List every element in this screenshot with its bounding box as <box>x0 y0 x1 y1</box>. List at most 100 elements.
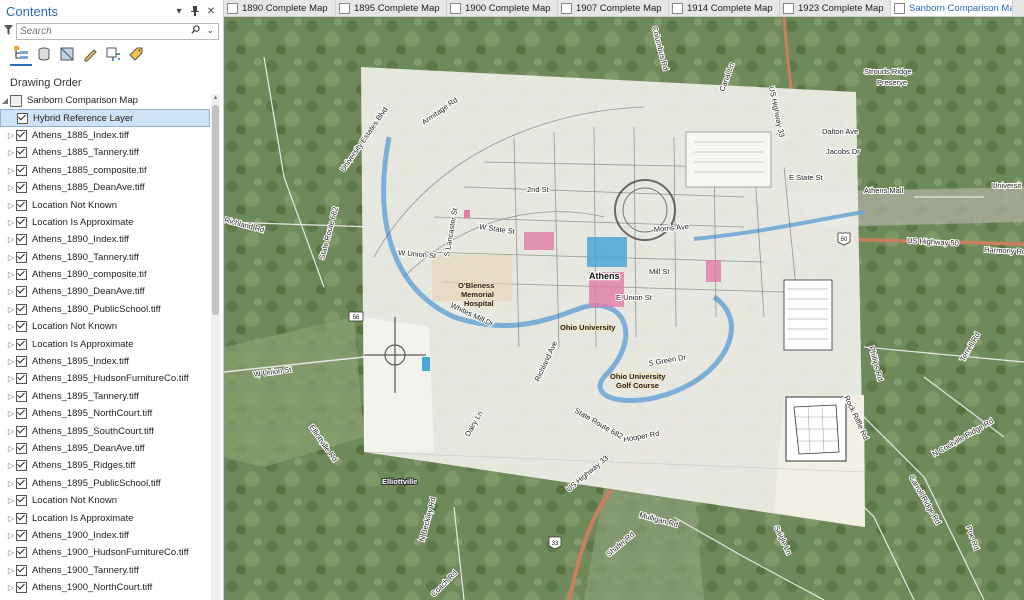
visibility-checkbox[interactable] <box>16 129 27 141</box>
tab-map[interactable]: 1900 Complete Map <box>447 0 558 16</box>
layer-row[interactable]: ▷ Athens_1895_NorthCourt.tiff <box>0 405 210 422</box>
layer-row[interactable]: ▷ Athens_1895_DeanAve.tiff <box>0 440 210 457</box>
layer-row[interactable]: ▷ Athens_1885_Tannery.tiff <box>0 144 210 161</box>
map-view[interactable]: 50 56 33 Athens Elliottville Strouds Rid… <box>224 17 1024 600</box>
expand-icon[interactable]: ▷ <box>6 305 16 314</box>
visibility-checkbox[interactable] <box>16 147 27 159</box>
expand-icon[interactable]: ▷ <box>6 461 16 470</box>
layer-row[interactable]: ▷ Athens_1885_DeanAve.tiff <box>0 179 210 196</box>
visibility-checkbox[interactable] <box>16 338 27 350</box>
expand-icon[interactable]: ▷ <box>6 235 16 244</box>
expand-icon[interactable]: ▷ <box>6 514 16 523</box>
layer-row[interactable]: ▷ Athens_1890_Index.tiff <box>0 231 210 248</box>
visibility-checkbox[interactable] <box>16 286 27 298</box>
layer-row[interactable]: ▷ Athens_1890_Tannery.tiff <box>0 249 210 266</box>
visibility-checkbox[interactable] <box>16 582 27 594</box>
layer-row[interactable]: ▷ Athens_1900_Index.tiff <box>0 527 210 544</box>
visibility-checkbox[interactable] <box>16 269 27 281</box>
layer-row[interactable]: ▷ Athens_1895_PublicSchool.tiff <box>0 475 210 492</box>
expand-icon[interactable]: ▷ <box>6 479 16 488</box>
layer-row[interactable]: ▷ Athens_1900_HudsonFurnitureCo.tiff <box>0 544 210 561</box>
scrollbar[interactable]: ▲ <box>211 95 220 600</box>
visibility-checkbox[interactable] <box>16 234 27 246</box>
visibility-checkbox[interactable] <box>16 547 27 559</box>
visibility-checkbox[interactable] <box>16 216 27 228</box>
expand-icon[interactable]: ▷ <box>6 374 16 383</box>
layer-row[interactable]: ▷ Location Is Approximate <box>0 214 210 231</box>
layer-row[interactable]: ▷ Athens_1895_Ridges.tiff <box>0 457 210 474</box>
layer-row[interactable]: ▷ Athens_1900_Tannery.tiff <box>0 562 210 579</box>
chevron-down-icon[interactable]: ▾ <box>173 4 185 18</box>
layer-row[interactable]: ▷ Location Is Approximate <box>0 509 210 526</box>
expand-icon[interactable]: ▷ <box>6 392 16 401</box>
expand-icon[interactable]: ▷ <box>6 409 16 418</box>
search-icon[interactable] <box>191 25 200 37</box>
collapse-icon[interactable]: ◢ <box>0 96 10 105</box>
list-by-drawing-order-icon[interactable] <box>10 42 32 66</box>
expand-icon[interactable]: ▷ <box>6 357 16 366</box>
visibility-checkbox[interactable] <box>16 182 27 194</box>
visibility-checkbox[interactable] <box>16 564 27 576</box>
layer-row[interactable]: ▷ Athens_1885_composite.tif <box>0 162 210 179</box>
list-by-labeling-icon[interactable] <box>125 43 147 65</box>
expand-icon[interactable]: ▷ <box>6 548 16 557</box>
visibility-checkbox[interactable] <box>16 356 27 368</box>
layer-row[interactable]: ▷ Athens_1895_Tannery.tiff <box>0 388 210 405</box>
layer-row[interactable]: ▷ Athens_1895_HudsonFurnitureCo.tiff <box>0 370 210 387</box>
layer-row[interactable]: ▷ Location Is Approximate <box>0 335 210 352</box>
scrollbar-thumb[interactable] <box>212 105 219 315</box>
expand-icon[interactable]: ▷ <box>6 148 16 157</box>
expand-icon[interactable]: ▷ <box>6 496 16 505</box>
visibility-checkbox[interactable] <box>16 164 27 176</box>
expand-icon[interactable]: ▷ <box>6 218 16 227</box>
visibility-checkbox[interactable] <box>16 321 27 333</box>
visibility-checkbox[interactable] <box>16 477 27 489</box>
layer-row-selected[interactable]: Hybrid Reference Layer <box>0 109 210 127</box>
visibility-checkbox[interactable] <box>16 512 27 524</box>
visibility-checkbox[interactable] <box>16 529 27 541</box>
visibility-checkbox[interactable] <box>16 443 27 454</box>
list-by-selection-icon[interactable] <box>56 43 78 65</box>
layer-row[interactable]: ▷ Athens_1900_NorthCourt.tiff <box>0 579 210 596</box>
layer-row[interactable]: ▷ Athens_1895_SouthCourt.tiff <box>0 422 210 439</box>
layer-row[interactable]: ▷ Athens_1890_PublicSchool.tiff <box>0 301 210 318</box>
expand-icon[interactable]: ▷ <box>6 166 16 175</box>
layer-row[interactable]: ▷ Athens_1885_Index.tiff <box>0 127 210 144</box>
layer-row[interactable]: ▷ Location Not Known <box>0 318 210 335</box>
expand-icon[interactable]: ▷ <box>6 183 16 192</box>
pin-icon[interactable] <box>189 4 201 18</box>
list-by-snapping-icon[interactable] <box>102 43 124 65</box>
visibility-checkbox[interactable] <box>16 425 27 437</box>
tab-map[interactable]: 1890 Complete Map <box>224 0 336 16</box>
tab-map[interactable]: 1923 Complete Map <box>780 0 891 16</box>
list-by-editing-icon[interactable] <box>79 43 101 65</box>
expand-icon[interactable]: ▷ <box>6 201 16 210</box>
visibility-checkbox[interactable] <box>17 112 28 124</box>
tab-map[interactable]: 1914 Complete Map <box>669 0 780 16</box>
search-input[interactable] <box>20 24 180 39</box>
filter-icon[interactable] <box>4 24 16 38</box>
visibility-checkbox[interactable] <box>16 408 27 420</box>
expand-icon[interactable]: ▷ <box>6 287 16 296</box>
list-by-source-icon[interactable] <box>33 43 55 65</box>
visibility-checkbox[interactable] <box>16 199 27 211</box>
map-node[interactable]: ◢ Sanborn Comparison Map <box>0 92 210 109</box>
expand-icon[interactable]: ▷ <box>6 427 16 436</box>
layer-row[interactable]: ▷ Location Not Known <box>0 196 210 213</box>
visibility-checkbox[interactable] <box>16 495 27 507</box>
expand-icon[interactable]: ▷ <box>6 322 16 331</box>
chevron-down-icon[interactable]: ⌄ <box>206 25 214 36</box>
expand-icon[interactable]: ▷ <box>6 270 16 279</box>
close-icon[interactable]: ✕ <box>205 4 217 18</box>
visibility-checkbox[interactable] <box>16 251 27 263</box>
expand-icon[interactable]: ▷ <box>6 131 16 140</box>
layer-row[interactable]: ▷ Location Not Known <box>0 492 210 509</box>
scroll-up-icon[interactable]: ▲ <box>211 95 220 104</box>
expand-icon[interactable]: ▷ <box>6 566 16 575</box>
tab-map[interactable]: 1907 Complete Map <box>558 0 669 16</box>
expand-icon[interactable]: ▷ <box>6 583 16 592</box>
expand-icon[interactable]: ▷ <box>6 531 16 540</box>
layer-row[interactable]: ▷ Athens_1895_Index.tiff <box>0 353 210 370</box>
layer-row[interactable]: ▷ Athens_1890_composite.tif <box>0 266 210 283</box>
visibility-checkbox[interactable] <box>16 303 27 315</box>
